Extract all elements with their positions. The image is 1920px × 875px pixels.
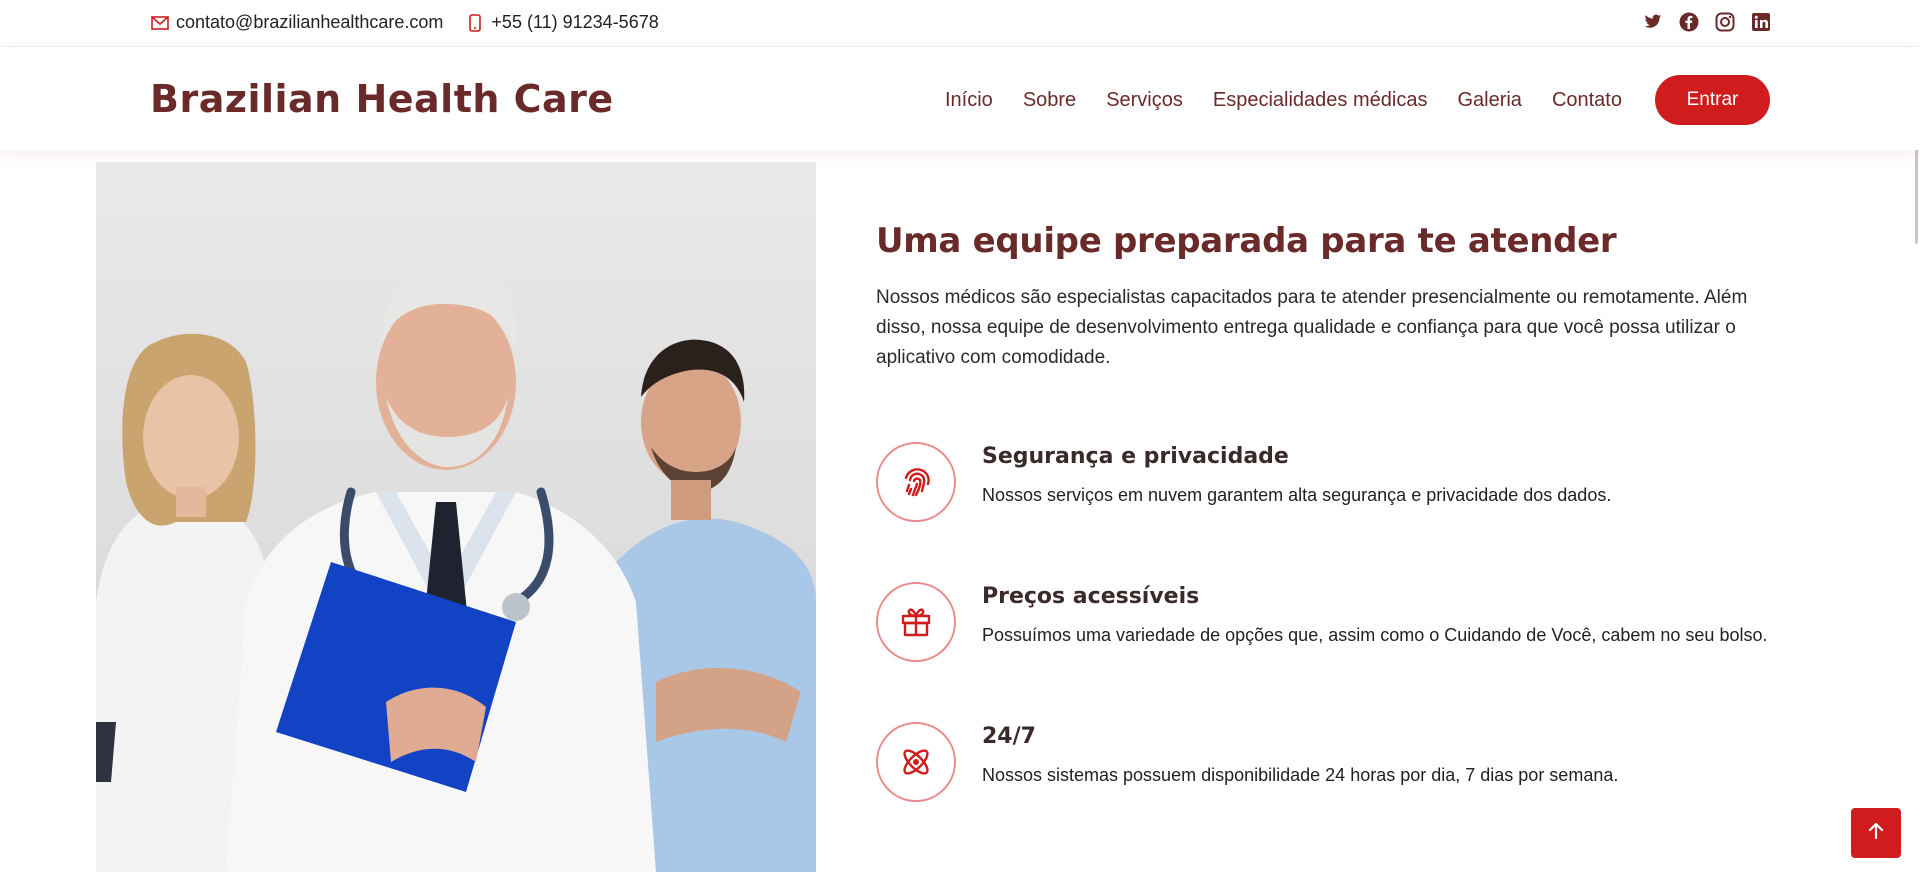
linkedin-icon[interactable] (1750, 11, 1772, 33)
feature-desc: Nossos serviços em nuvem garantem alta s… (982, 485, 1612, 505)
twitter-icon[interactable] (1642, 11, 1664, 33)
about-section: Uma equipe preparada para te atender Nos… (876, 162, 1776, 373)
nav-sobre[interactable]: Sobre (1023, 89, 1076, 112)
phone-link[interactable]: +55 (11) 91234-5678 (465, 12, 659, 33)
nav-especialidades[interactable]: Especialidades médicas (1213, 89, 1428, 112)
social-links (1628, 11, 1772, 33)
feature-availability: 24/7 Nossos sistemas possuem disponibili… (876, 722, 1776, 802)
feature-security: Segurança e privacidade Nossos serviços … (876, 442, 1776, 522)
instagram-icon[interactable] (1714, 11, 1736, 33)
phone-icon (465, 13, 485, 33)
top-bar: contato@brazilianhealthcare.com +55 (11)… (0, 0, 1920, 46)
envelope-icon (150, 13, 170, 33)
feature-title: Segurança e privacidade (982, 444, 1289, 469)
back-to-top-button[interactable] (1851, 808, 1901, 858)
nav-servicos[interactable]: Serviços (1106, 89, 1183, 112)
main-header: Brazilian Health Care Início Sobre Servi… (0, 46, 1920, 150)
feature-prices: Preços acessíveis Possuímos uma variedad… (876, 582, 1776, 662)
team-photo (96, 162, 816, 872)
doctors-illustration (96, 263, 816, 872)
arrow-up-icon (1866, 821, 1886, 846)
feature-desc: Possuímos uma variedade de opções que, a… (982, 625, 1768, 645)
nav-inicio[interactable]: Início (945, 89, 993, 112)
main-nav: Início Sobre Serviços Especialidades méd… (915, 75, 1770, 125)
phone-text: +55 (11) 91234-5678 (491, 12, 659, 32)
feature-title: 24/7 (982, 724, 1036, 749)
contact-info: contato@brazilianhealthcare.com +55 (11)… (150, 12, 681, 33)
gift-icon (876, 582, 956, 662)
section-title: Uma equipe preparada para te atender (876, 221, 1617, 261)
facebook-icon[interactable] (1678, 11, 1700, 33)
feature-title: Preços acessíveis (982, 584, 1200, 609)
email-text: contato@brazilianhealthcare.com (176, 12, 444, 32)
brand-logo[interactable]: Brazilian Health Care (150, 77, 614, 121)
nav-contato[interactable]: Contato (1552, 89, 1622, 112)
scrollbar-thumb[interactable] (1915, 138, 1918, 244)
login-button[interactable]: Entrar (1655, 75, 1770, 125)
section-lead: Nossos médicos são especialistas capacit… (876, 287, 1748, 368)
feature-desc: Nossos sistemas possuem disponibilidade … (982, 765, 1619, 785)
atom-icon (876, 722, 956, 802)
email-link[interactable]: contato@brazilianhealthcare.com (150, 12, 443, 33)
fingerprint-icon (876, 442, 956, 522)
nav-galeria[interactable]: Galeria (1457, 89, 1521, 112)
